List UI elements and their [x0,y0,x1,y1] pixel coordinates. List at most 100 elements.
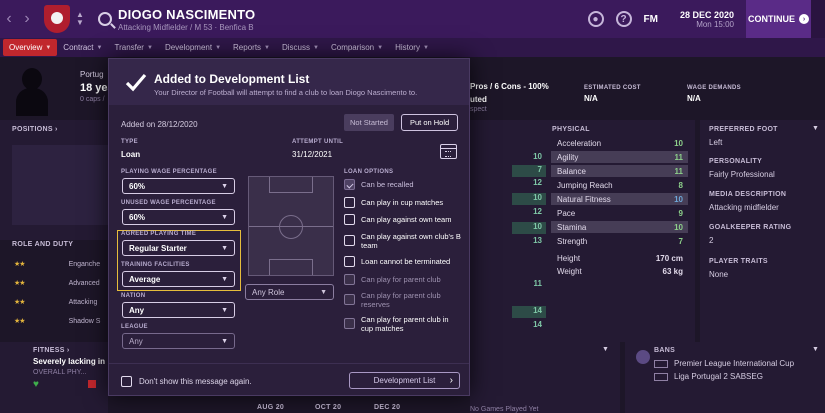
top-right-area: ● ? FM 28 DEC 2020 Mon 15:00 CONTINUE › [587,0,825,38]
option-cannot-terminate[interactable]: Loan cannot be terminated [344,256,461,267]
attribute-value: 10 [512,193,546,205]
personality-value: Fairly Professional [709,170,775,179]
tab-overview[interactable]: Overview ▼ [3,39,58,56]
development-list-button[interactable]: Development List › [349,372,460,389]
agreed-playing-time-dropdown[interactable]: Regular Starter ▼ [122,240,235,256]
dropdown-value: 60% [129,181,146,191]
checkbox[interactable] [344,235,355,246]
continue-arrow-icon: › [799,14,809,24]
chevron-down-icon: ▼ [45,44,52,51]
dropdown-value: Regular Starter [129,243,187,253]
playing-wage-dropdown[interactable]: 60% ▼ [122,178,235,194]
dont-show-again-checkbox[interactable]: Don't show this message again. [121,376,252,387]
not-started-button[interactable]: Not Started [344,114,394,131]
unused-wage-dropdown[interactable]: 60% ▼ [122,209,235,225]
club-crest-icon[interactable] [44,5,70,33]
type-value: Loan [121,150,141,159]
tab-comparison[interactable]: Comparison ▼ [325,39,389,56]
role-row[interactable]: ★★ Advanced [14,277,110,289]
chevron-down-icon[interactable]: ▼ [602,346,609,353]
league-dropdown[interactable]: Any ▼ [122,333,235,349]
option-parent-club[interactable]: Can play for parent club [344,274,461,285]
option-parent-club-cup[interactable]: Can play for parent club in cup matches [344,315,461,333]
media-description-label: MEDIA DESCRIPTION [709,191,787,198]
checkbox[interactable] [344,214,355,225]
physical-heading: PHYSICAL [552,126,590,133]
role-name: Shadow S [68,317,101,325]
nation-dropdown[interactable]: Any ▼ [122,302,235,318]
fm-logo[interactable]: FM [644,14,658,25]
preferred-foot-label: PREFERRED FOOT [709,126,778,133]
pitch-center-circle [279,215,303,239]
option-can-be-recalled[interactable]: Can be recalled [344,179,461,190]
tab-discuss[interactable]: Discuss ▼ [276,39,325,56]
height-row: Height 170 cm [551,252,688,264]
star-rating-icon: ★★ [14,299,26,306]
role-pitch[interactable] [248,176,334,276]
attribute-row-natural-fitness[interactable]: Natural Fitness 10 [551,193,688,205]
tab-development[interactable]: Development ▼ [159,39,227,56]
chevron-down-icon: ▼ [221,306,228,314]
back-arrow-icon[interactable]: ‹ [0,10,18,28]
calendar-icon[interactable] [440,144,457,159]
role-dropdown[interactable]: Any Role ▼ [245,284,334,300]
star-rating-icon: ★★ [14,261,26,268]
inbox-icon[interactable]: ● [587,11,604,27]
continue-button[interactable]: CONTINUE › [746,0,811,38]
tab-bar: Overview ▼ Contract ▼ Transfer ▼ Developmen… [0,38,825,57]
tab-history[interactable]: History ▼ [389,39,435,56]
checkbox[interactable] [344,274,355,285]
option-parent-club-reserves[interactable]: Can play for parent club reserves [344,291,461,309]
scout-prospect-text: spect [470,106,487,113]
tab-label: Discuss [282,43,311,52]
put-on-hold-button[interactable]: Put on Hold [401,114,459,131]
chevron-down-icon: ▼ [377,44,384,51]
personality-label: PERSONALITY [709,158,763,165]
attribute-row-jumping-reach[interactable]: Jumping Reach 8 [551,179,688,191]
chevron-down-icon[interactable]: ▼ [812,346,819,353]
search-icon[interactable] [98,12,112,26]
checkbox[interactable] [344,179,355,190]
attribute-row-stamina[interactable]: Stamina 10 [551,221,688,233]
dropdown-value: Any [129,336,143,346]
option-against-b-team[interactable]: Can play against own club's B team [344,232,461,250]
option-against-own-team[interactable]: Can play against own team [344,214,461,225]
fitness-heading[interactable]: FITNESS › [33,347,70,354]
nation-label: NATION [121,293,146,299]
chevron-down-icon[interactable]: ▼ [812,125,819,132]
attribute-row-agility[interactable]: Agility 11 [551,151,688,163]
training-facilities-dropdown[interactable]: Average ▼ [122,271,235,287]
attribute-row-pace[interactable]: Pace 9 [551,207,688,219]
checkbox[interactable] [121,376,132,387]
checkbox[interactable] [344,256,355,267]
checkbox[interactable] [344,318,355,329]
checkbox[interactable] [344,197,355,208]
attribute-name: Pace [557,208,576,218]
checkbox[interactable] [344,294,355,305]
help-icon[interactable]: ? [615,11,632,27]
heart-icon: ♥ [33,379,39,390]
attribute-row-acceleration[interactable]: Acceleration 10 [551,137,688,149]
option-cup-matches[interactable]: Can play in cup matches [344,197,461,208]
attribute-value: 7 [512,165,546,177]
forward-arrow-icon[interactable]: › [18,10,36,28]
positions-heading[interactable]: POSITIONS › [12,126,58,133]
tab-transfer[interactable]: Transfer ▼ [108,39,158,56]
role-row[interactable]: ★★ Attacking [14,296,110,308]
pitch-bottom-box [269,259,313,275]
game-date[interactable]: 28 DEC 2020 Mon 15:00 [680,10,734,29]
attribute-name: Stamina [557,222,587,232]
tab-label: History [395,43,420,52]
weight-row: Weight 63 kg [551,265,688,277]
added-on-text: Added on 28/12/2020 [121,120,198,129]
pros-cons-text: Pros / 6 Cons - 100% [470,82,549,91]
club-switch-chevron-icon[interactable]: ▲ ▼ [74,11,86,27]
positions-pitch [12,145,108,225]
attribute-row-strength[interactable]: Strength 7 [551,235,688,247]
tab-contract[interactable]: Contract ▼ [57,39,108,56]
attribute-row-balance[interactable]: Balance 11 [551,165,688,177]
role-row[interactable]: ★★ Shadow S [14,315,110,327]
dont-show-label: Don't show this message again. [139,377,252,386]
role-row[interactable]: ★★ Enganche [14,258,110,270]
tab-reports[interactable]: Reports ▼ [227,39,276,56]
